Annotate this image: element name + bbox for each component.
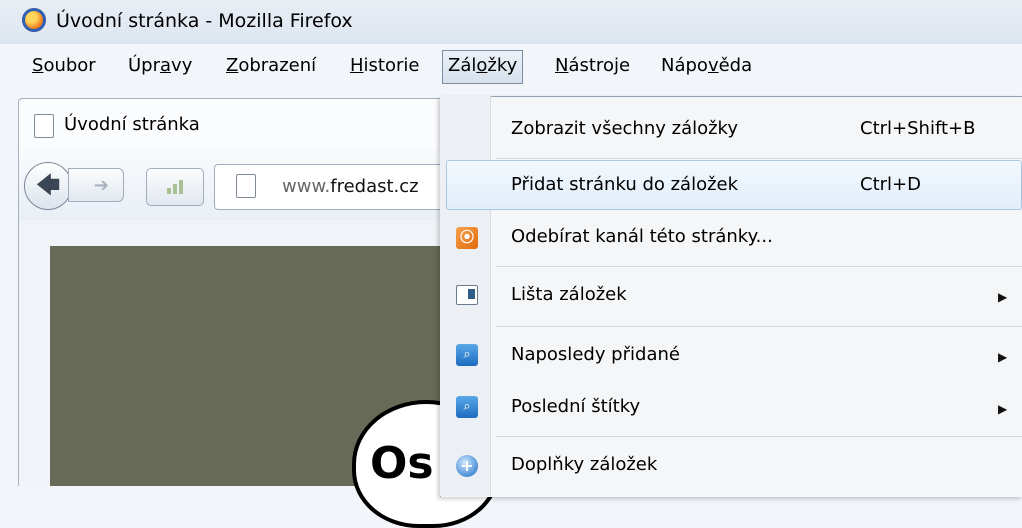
firefox-logo-icon — [22, 8, 46, 32]
menu-item-shortcut: Ctrl+Shift+B — [860, 118, 976, 139]
menu-separator — [496, 158, 1022, 159]
menu-item-label: Naposledy přidané — [511, 344, 680, 365]
back-arrow-icon: 🡄 — [35, 171, 61, 199]
bookmarks-toolbar-icon — [456, 285, 478, 305]
signal-bar — [167, 188, 171, 194]
menu-item-label: Poslední štítky — [511, 396, 641, 417]
submenu-arrow-icon: ▶ — [998, 402, 1008, 416]
menu-item-label: Odebírat kanál této stránky... — [511, 226, 773, 247]
page-icon — [34, 114, 54, 138]
search-bookmarks-icon: ⌕ — [456, 344, 478, 366]
menu-zalozky[interactable]: Záložky — [442, 50, 524, 84]
forward-arrow-icon: ➔ — [93, 175, 109, 196]
menu-separator — [496, 266, 1022, 267]
window-title: Úvodní stránka - Mozilla Firefox — [56, 10, 353, 32]
submenu-arrow-icon: ▶ — [998, 290, 1008, 304]
signal-bar — [179, 180, 183, 194]
menu-upravy[interactable]: Úpravy — [123, 50, 197, 82]
site-page-icon — [236, 174, 256, 198]
menu-zobrazeni[interactable]: Zobrazení — [221, 50, 321, 82]
tab-title: Úvodní stránka — [64, 114, 200, 135]
rss-icon: ⦿ — [456, 227, 478, 249]
url-prefix: www. — [282, 176, 331, 197]
menu-item-label: Přidat stránku do záložek — [511, 174, 739, 195]
back-button[interactable]: 🡄 — [24, 162, 72, 210]
bubble-text: Os — [370, 438, 434, 489]
menu-separator — [496, 326, 1022, 327]
url-domain: fredast.cz — [330, 176, 419, 197]
menu-item-label: Doplňky záložek — [511, 454, 658, 475]
submenu-arrow-icon: ▶ — [998, 350, 1008, 364]
addon-icon: + — [456, 455, 478, 477]
site-info-button[interactable] — [146, 168, 204, 206]
menu-item-label: Lišta záložek — [511, 284, 627, 305]
menu-nastroje[interactable]: Nástroje — [550, 50, 635, 82]
url-text[interactable]: www.fredast.cz — [282, 176, 419, 197]
forward-button[interactable]: ➔ — [68, 168, 124, 202]
menu-bar: Soubor Úpravy Zobrazení Historie Záložky… — [0, 46, 1022, 90]
signal-bar — [173, 184, 177, 194]
menu-item-shortcut: Ctrl+D — [860, 174, 921, 195]
menu-soubor[interactable]: Soubor — [27, 50, 101, 82]
menu-historie[interactable]: Historie — [345, 50, 424, 82]
menu-separator — [496, 436, 1022, 437]
menu-item-label: Zobrazit všechny záložky — [511, 118, 738, 139]
search-bookmarks-icon: ⌕ — [456, 396, 478, 418]
menu-napoveda[interactable]: Nápověda — [656, 50, 757, 82]
